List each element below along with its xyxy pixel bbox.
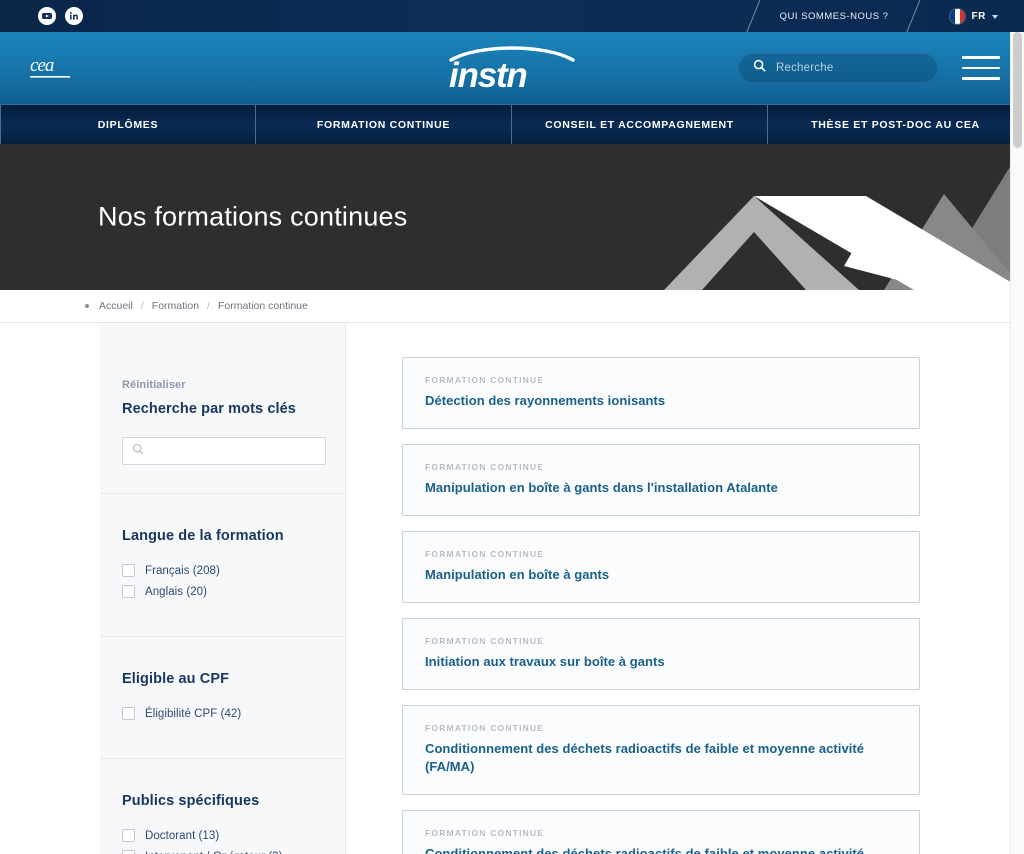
filter-option-label: Éligibilité CPF (42): [145, 708, 241, 720]
scrollbar-thumb[interactable]: [1013, 32, 1022, 148]
filter-block-keyword: Réinitialiser Recherche par mots clés: [100, 323, 345, 494]
filter-title-keyword: Recherche par mots clés: [122, 401, 323, 417]
utility-topbar: QUI SOMMES-NOUS ? FR: [0, 0, 1024, 32]
filter-block-langue: Langue de la formation Français (208) An…: [100, 494, 345, 637]
filter-option-label: Français (208): [145, 565, 220, 577]
header-search-placeholder: Recherche: [776, 62, 833, 74]
cea-logo[interactable]: cea: [28, 51, 84, 85]
france-flag-icon: [950, 9, 965, 24]
result-card[interactable]: FORMATION CONTINUE Conditionnement des d…: [402, 810, 920, 854]
result-card-kicker: FORMATION CONTINUE: [425, 462, 897, 472]
diagonal-separator-1: [750, 0, 776, 32]
filter-title-cpf: Eligible au CPF: [122, 671, 323, 687]
breadcrumb-item-formation[interactable]: Formation: [152, 300, 199, 312]
instn-logo[interactable]: instn: [437, 44, 587, 92]
main-navigation: DIPLÔMES FORMATION CONTINUE CONSEIL ET A…: [0, 104, 1024, 144]
vertical-scrollbar[interactable]: [1010, 32, 1024, 854]
menu-toggle-icon[interactable]: [962, 56, 1000, 80]
breadcrumb-item-accueil[interactable]: Accueil: [99, 300, 133, 312]
results-list: FORMATION CONTINUE Détection des rayonne…: [346, 323, 1024, 854]
result-card[interactable]: FORMATION CONTINUE Détection des rayonne…: [402, 357, 920, 429]
filter-block-cpf: Eligible au CPF Éligibilité CPF (42): [100, 637, 345, 759]
result-card[interactable]: FORMATION CONTINUE Manipulation en boîte…: [402, 444, 920, 516]
result-card[interactable]: FORMATION CONTINUE Initiation aux travau…: [402, 618, 920, 690]
checkbox-icon[interactable]: [122, 829, 135, 842]
breadcrumb-item-current: Formation continue: [218, 300, 308, 312]
filter-option-doctorant[interactable]: Doctorant (13): [122, 829, 323, 842]
diagonal-separator-2: [910, 0, 936, 32]
result-card-kicker: FORMATION CONTINUE: [425, 375, 897, 385]
filter-option-label: Intervenant / Opérateur (3): [145, 851, 283, 854]
result-card[interactable]: FORMATION CONTINUE Conditionnement des d…: [402, 705, 920, 795]
breadcrumb: Accueil / Formation / Formation continue: [0, 290, 1024, 323]
breadcrumb-dot-icon: [85, 304, 89, 308]
filter-block-publics: Publics spécifiques Doctorant (13) Inter…: [100, 759, 345, 854]
linkedin-icon[interactable]: [65, 7, 83, 25]
hero-chevron-graphic: [644, 144, 1024, 290]
filter-option-anglais[interactable]: Anglais (20): [122, 585, 323, 598]
checkbox-icon[interactable]: [122, 850, 135, 854]
language-switcher[interactable]: FR: [936, 9, 1024, 24]
language-code: FR: [971, 11, 986, 22]
filters-sidebar: Réinitialiser Recherche par mots clés La…: [100, 323, 346, 854]
filter-title-publics: Publics spécifiques: [122, 793, 323, 809]
result-card-title: Manipulation en boîte à gants dans l'ins…: [425, 479, 897, 497]
nav-item-formation-continue[interactable]: FORMATION CONTINUE: [256, 105, 512, 144]
site-header: cea instn Recherche: [0, 32, 1024, 104]
result-card-title: Initiation aux travaux sur boîte à gants: [425, 653, 897, 671]
header-search[interactable]: Recherche: [738, 53, 938, 83]
result-card-title: Manipulation en boîte à gants: [425, 566, 897, 584]
social-links: [38, 7, 83, 25]
page-body: Réinitialiser Recherche par mots clés La…: [0, 323, 1024, 854]
filter-title-langue: Langue de la formation: [122, 528, 323, 544]
filter-option-francais[interactable]: Français (208): [122, 564, 323, 577]
result-card-kicker: FORMATION CONTINUE: [425, 636, 897, 646]
result-card-title: Conditionnement des déchets radioactifs …: [425, 845, 897, 854]
filter-option-label: Anglais (20): [145, 586, 207, 598]
nav-item-conseil-accompagnement[interactable]: CONSEIL ET ACCOMPAGNEMENT: [512, 105, 768, 144]
keyword-search-input[interactable]: [150, 445, 316, 457]
checkbox-icon[interactable]: [122, 585, 135, 598]
nav-item-these-postdoc[interactable]: THÈSE ET POST-DOC AU CEA: [768, 105, 1023, 144]
result-card-title: Conditionnement des déchets radioactifs …: [425, 740, 897, 776]
result-card[interactable]: FORMATION CONTINUE Manipulation en boîte…: [402, 531, 920, 603]
breadcrumb-separator: /: [207, 300, 210, 312]
breadcrumb-separator: /: [141, 300, 144, 312]
checkbox-icon[interactable]: [122, 707, 135, 720]
topbar-right: QUI SOMMES-NOUS ? FR: [750, 0, 1024, 32]
result-card-title: Détection des rayonnements ionisants: [425, 392, 897, 410]
result-card-kicker: FORMATION CONTINUE: [425, 828, 897, 838]
search-icon: [132, 442, 144, 460]
nav-item-diplomes[interactable]: DIPLÔMES: [0, 105, 256, 144]
filter-option-eligibilite-cpf[interactable]: Éligibilité CPF (42): [122, 707, 323, 720]
filter-option-intervenant-operateur[interactable]: Intervenant / Opérateur (3): [122, 850, 323, 854]
page-hero: Nos formations continues: [0, 144, 1024, 290]
result-card-kicker: FORMATION CONTINUE: [425, 723, 897, 733]
filter-option-label: Doctorant (13): [145, 830, 219, 842]
result-card-kicker: FORMATION CONTINUE: [425, 549, 897, 559]
header-right: Recherche: [738, 53, 1000, 83]
page-title: Nos formations continues: [98, 202, 407, 233]
about-us-link[interactable]: QUI SOMMES-NOUS ?: [776, 11, 911, 22]
youtube-icon[interactable]: [38, 7, 56, 25]
keyword-search-field[interactable]: [122, 437, 326, 465]
svg-text:instn: instn: [449, 56, 527, 92]
checkbox-icon[interactable]: [122, 564, 135, 577]
svg-text:cea: cea: [30, 55, 54, 76]
search-icon: [753, 59, 766, 77]
reset-filters-button[interactable]: Réinitialiser: [122, 379, 323, 391]
chevron-down-icon: [992, 15, 998, 19]
